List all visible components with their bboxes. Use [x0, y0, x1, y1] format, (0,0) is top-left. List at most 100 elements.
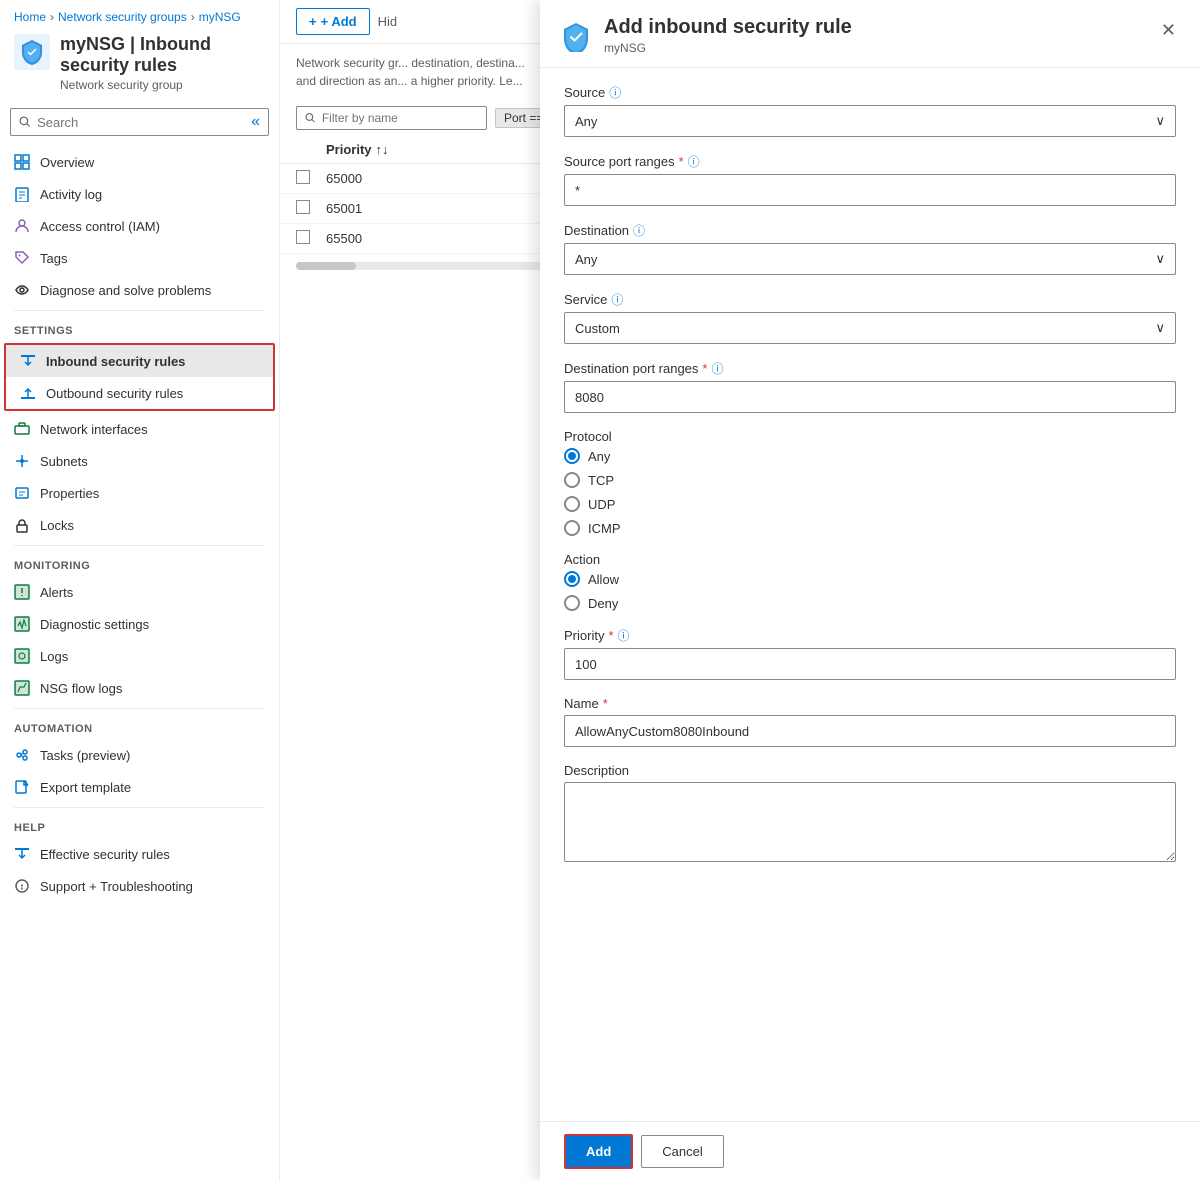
sidebar-item-subnets-label: Subnets — [40, 454, 88, 469]
action-allow[interactable]: Allow — [564, 571, 1176, 587]
form-group-dest-port: Destination port ranges * ⓘ — [564, 360, 1176, 413]
sidebar-item-outbound-label: Outbound security rules — [46, 386, 183, 401]
sidebar-item-support[interactable]: Support + Troubleshooting — [0, 870, 279, 902]
effective-icon — [14, 846, 30, 862]
description-textarea[interactable] — [564, 782, 1176, 862]
protocol-udp[interactable]: UDP — [564, 496, 1176, 512]
sidebar-item-inbound[interactable]: Inbound security rules — [6, 345, 273, 377]
sidebar-item-iam[interactable]: Access control (IAM) — [0, 210, 279, 242]
source-port-label: Source port ranges * ⓘ — [564, 153, 1176, 170]
source-info-icon[interactable]: ⓘ — [609, 84, 621, 101]
source-port-info-icon[interactable]: ⓘ — [688, 153, 700, 170]
destination-select[interactable]: Any ∨ — [564, 243, 1176, 275]
sidebar-item-netinterface[interactable]: Network interfaces — [0, 413, 279, 445]
service-select[interactable]: Custom ∨ — [564, 312, 1176, 344]
priority-input[interactable] — [564, 648, 1176, 680]
destination-value: Any — [575, 252, 597, 267]
breadcrumb: Home › Network security groups › myNSG — [0, 0, 279, 28]
priority-required: * — [608, 628, 613, 643]
page-header: myNSG | Inbound security rules Network s… — [0, 28, 279, 102]
search-icon — [19, 115, 31, 129]
panel-cancel-button[interactable]: Cancel — [641, 1135, 723, 1168]
row-checkbox-1[interactable] — [296, 200, 310, 214]
sidebar-item-nsgflow[interactable]: NSG flow logs — [0, 672, 279, 704]
search-input[interactable] — [37, 115, 245, 130]
breadcrumb-nsg[interactable]: Network security groups — [58, 10, 187, 24]
sidebar-item-subnets[interactable]: Subnets — [0, 445, 279, 477]
properties-icon — [14, 485, 30, 501]
form-group-action: Action Allow Deny — [564, 552, 1176, 611]
export-icon — [14, 779, 30, 795]
filter-box[interactable] — [296, 106, 487, 130]
dest-port-label: Destination port ranges * ⓘ — [564, 360, 1176, 377]
source-port-input[interactable] — [564, 174, 1176, 206]
sidebar-item-iam-label: Access control (IAM) — [40, 219, 160, 234]
protocol-any-radio[interactable] — [564, 448, 580, 464]
sidebar-item-overview[interactable]: Overview — [0, 146, 279, 178]
source-chevron-icon: ∨ — [1155, 113, 1165, 129]
row-checkbox-0[interactable] — [296, 170, 310, 184]
source-port-required: * — [679, 154, 684, 169]
action-label: Action — [564, 552, 1176, 567]
sidebar-item-effective[interactable]: Effective security rules — [0, 838, 279, 870]
action-allow-radio[interactable] — [564, 571, 580, 587]
add-button[interactable]: + + Add — [296, 8, 370, 35]
action-radio-group: Allow Deny — [564, 571, 1176, 611]
source-label: Source ⓘ — [564, 84, 1176, 101]
action-deny-radio[interactable] — [564, 595, 580, 611]
sidebar-item-locks-label: Locks — [40, 518, 74, 533]
nsgflow-icon — [14, 680, 30, 696]
collapse-button[interactable]: « — [251, 113, 260, 131]
sort-icon: ↑↓ — [376, 142, 389, 157]
logs-icon — [14, 648, 30, 664]
nav-general: Overview Activity log Access control (IA… — [0, 146, 279, 306]
sidebar-item-logs[interactable]: Logs — [0, 640, 279, 672]
sidebar-item-tags[interactable]: Tags — [0, 242, 279, 274]
alerts-icon — [14, 584, 30, 600]
sidebar-item-properties[interactable]: Properties — [0, 477, 279, 509]
protocol-tcp[interactable]: TCP — [564, 472, 1176, 488]
form-group-source: Source ⓘ Any ∨ — [564, 84, 1176, 137]
protocol-icmp-radio[interactable] — [564, 520, 580, 536]
breadcrumb-home[interactable]: Home — [14, 10, 46, 24]
protocol-tcp-radio[interactable] — [564, 472, 580, 488]
scrollbar-thumb[interactable] — [296, 262, 356, 270]
protocol-any[interactable]: Any — [564, 448, 1176, 464]
search-box[interactable]: « — [10, 108, 269, 136]
protocol-icmp[interactable]: ICMP — [564, 520, 1176, 536]
destination-info-icon[interactable]: ⓘ — [633, 222, 645, 239]
tasks-icon — [14, 747, 30, 763]
sidebar-item-export[interactable]: Export template — [0, 771, 279, 803]
source-select[interactable]: Any ∨ — [564, 105, 1176, 137]
protocol-udp-radio[interactable] — [564, 496, 580, 512]
sidebar-item-alerts[interactable]: Alerts — [0, 576, 279, 608]
panel-subtitle: myNSG — [604, 41, 852, 55]
service-info-icon[interactable]: ⓘ — [611, 291, 623, 308]
panel-title-text-block: Add inbound security rule myNSG — [604, 16, 852, 55]
monitoring-section-label: Monitoring — [0, 550, 279, 576]
panel-add-button[interactable]: Add — [564, 1134, 633, 1169]
divider-monitoring — [14, 545, 265, 546]
sidebar-item-tags-label: Tags — [40, 251, 67, 266]
sidebar-item-locks[interactable]: Locks — [0, 509, 279, 541]
add-button-label: + Add — [321, 14, 357, 29]
sidebar-item-activity[interactable]: Activity log — [0, 178, 279, 210]
iam-icon — [14, 218, 30, 234]
name-input[interactable] — [564, 715, 1176, 747]
nsg-icon — [14, 34, 50, 70]
sidebar-item-outbound[interactable]: Outbound security rules — [6, 377, 273, 409]
priority-info-icon[interactable]: ⓘ — [618, 627, 630, 644]
row-checkbox-2[interactable] — [296, 230, 310, 244]
dest-port-info-icon[interactable]: ⓘ — [711, 360, 723, 377]
panel-close-button[interactable]: ✕ — [1157, 16, 1180, 45]
filter-input[interactable] — [322, 111, 478, 125]
dest-port-input[interactable] — [564, 381, 1176, 413]
sidebar-item-tasks[interactable]: Tasks (preview) — [0, 739, 279, 771]
sidebar-item-diagnostic[interactable]: Diagnostic settings — [0, 608, 279, 640]
sidebar-item-nsgflow-label: NSG flow logs — [40, 681, 122, 696]
sidebar-item-diagnose-label: Diagnose and solve problems — [40, 283, 211, 298]
action-deny[interactable]: Deny — [564, 595, 1176, 611]
breadcrumb-resource[interactable]: myNSG — [199, 10, 241, 24]
sidebar-item-diagnose[interactable]: Diagnose and solve problems — [0, 274, 279, 306]
protocol-radio-group: Any TCP UDP ICMP — [564, 448, 1176, 536]
